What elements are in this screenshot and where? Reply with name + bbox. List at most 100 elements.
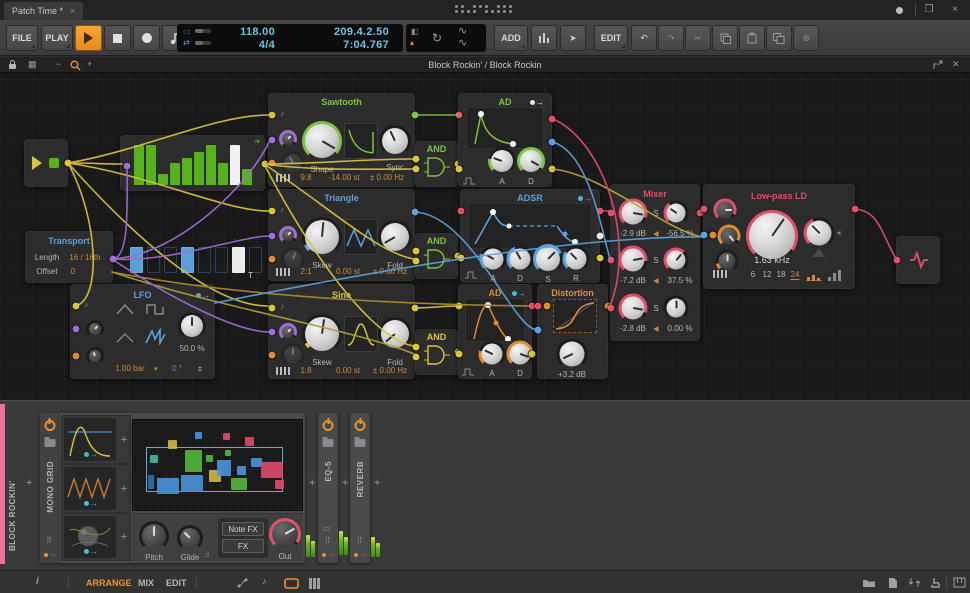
tab-close-icon[interactable]: × [70, 6, 75, 16]
module-and2[interactable]: AND [415, 233, 458, 279]
notification-dot-icon[interactable] [896, 7, 903, 14]
mix-tab[interactable]: MIX [138, 578, 154, 588]
module-sine[interactable]: Sine ♪ Skew Fold 1:8 0.00 st ± 0.00 Hz [268, 284, 415, 379]
mono-grid-power-button[interactable] [44, 420, 55, 431]
redo-icon[interactable]: ↷ [658, 25, 684, 51]
mixer-ch1-speaker-icon[interactable] [654, 231, 659, 237]
adsr-inv-out-port[interactable] [597, 233, 604, 240]
lfo-phase-port[interactable] [73, 326, 80, 333]
mixer-ch2-pan-knob[interactable] [664, 248, 689, 273]
sine-skew-mod-port[interactable] [269, 329, 276, 336]
eq5-display-icon[interactable]: ▭ [323, 524, 331, 533]
module-trigger[interactable] [24, 139, 68, 187]
mono-grid-remote-icon[interactable]: ⠿ [46, 536, 53, 545]
mono-grid-name[interactable]: MONO GRID [46, 461, 55, 513]
module-lfo[interactable]: LFO → ♪ 50.0 % 1.00 bar ▾ 0 ° ± [70, 284, 215, 379]
offset-value[interactable]: 0 [71, 267, 75, 276]
arrange-tab[interactable]: ARRANGE [86, 578, 132, 588]
adsr-s-knob[interactable] [533, 244, 563, 274]
sawtooth-pitch-value[interactable]: -14.00 st [328, 173, 359, 182]
sine-pitch-port[interactable] [269, 305, 276, 312]
modulator-slot-2[interactable]: → + [61, 464, 131, 513]
automation-follow-icon[interactable] [236, 577, 249, 589]
lowpass-slope-24[interactable]: 24 [791, 270, 800, 280]
module-adsr[interactable]: ADSR → A D S R [460, 189, 600, 283]
module-ad2[interactable]: AD → A D [458, 284, 532, 379]
triangle-phase-port[interactable] [269, 256, 276, 263]
project-tab[interactable]: Patch Time * × [4, 2, 83, 20]
mixer-ch3-solo[interactable]: S [653, 304, 658, 313]
module-pitch-steps[interactable]: ❧ [120, 135, 265, 191]
lowpass-cutoff-mod2-port[interactable] [710, 232, 717, 239]
triangle-fine-value[interactable]: ± 0.00 Hz [373, 267, 407, 276]
mixer-ch2-pan-value[interactable]: 37.5 % [668, 276, 693, 285]
lfo-shape-port[interactable] [73, 353, 80, 360]
lowpass-keytrack-icon[interactable] [713, 270, 727, 278]
mod3-add-button[interactable]: + [121, 531, 127, 543]
note-fx-button[interactable]: Note FX [222, 522, 264, 536]
triangle-out-port[interactable] [412, 209, 419, 216]
lfo-loop-icon[interactable]: → [196, 291, 210, 300]
mixer-ch3-speaker-icon[interactable] [654, 326, 659, 332]
eq5-remote-icon[interactable]: ⠿ [325, 536, 332, 545]
lfo-phase-knob[interactable] [86, 320, 104, 338]
mixer-ch2-speaker-icon[interactable] [654, 278, 659, 284]
length-value[interactable]: 16 / 16th [69, 253, 100, 262]
pop-out-icon[interactable] [933, 60, 943, 70]
triangle-skew-knob[interactable] [302, 217, 342, 257]
insert-arrow-icon[interactable]: ➤ [560, 25, 586, 51]
mod1-add-button[interactable]: + [121, 434, 127, 446]
ad1-in-port[interactable] [456, 112, 463, 119]
lowpass-slope-18[interactable]: 18 [777, 270, 786, 279]
mixer-ch1-solo[interactable]: S [653, 209, 658, 218]
sine-mod-knob[interactable] [279, 323, 297, 341]
sine-out-port[interactable] [412, 305, 419, 312]
mixer-ch3-vol-value[interactable]: -2.8 dB [620, 324, 646, 333]
modulator-slot-3[interactable]: → + [61, 513, 131, 561]
reverb-preset-icon[interactable] [355, 439, 366, 447]
adsr-a-knob[interactable] [480, 246, 507, 273]
pitch-knob[interactable] [139, 521, 169, 551]
triangle-skew-mod-port[interactable] [269, 233, 276, 240]
lowpass-out-port[interactable] [852, 206, 859, 213]
sawtooth-pitch-port[interactable] [269, 112, 276, 119]
lfo-amount-value[interactable]: 50.0 % [180, 344, 205, 353]
module-mixer[interactable]: Mixer S -2.9 dB -56.5 % S -7.2 dB 37.5 %… [610, 184, 700, 341]
sine-phase-port[interactable] [269, 352, 276, 359]
lowpass-slope-6[interactable]: 6 [751, 270, 755, 279]
distortion-drive-mod-port[interactable] [535, 327, 542, 334]
ad1-gate-port[interactable] [456, 166, 463, 173]
inspector-panel-icon[interactable] [888, 577, 898, 589]
and3-in2-port[interactable] [413, 354, 420, 361]
lfo-amount-knob[interactable] [178, 312, 206, 340]
mixer-ch1-pan-value[interactable]: -56.5 % [666, 229, 694, 238]
ad1-inv-out-port[interactable] [549, 139, 556, 146]
glide-legato-icon[interactable]: ♫ [204, 550, 210, 559]
sine-keytrack-icon[interactable] [276, 367, 290, 375]
triangle-pitch-port[interactable] [269, 208, 276, 215]
mixer-ch3-pan-knob[interactable] [664, 296, 689, 321]
module-distortion[interactable]: Distortion +3.2 dB [537, 284, 608, 379]
step-bars[interactable] [120, 135, 265, 191]
grid-minimap[interactable] [132, 419, 303, 511]
mixer-ch1-vol-value[interactable]: -2.9 dB [620, 229, 646, 238]
transport-cells[interactable] [130, 247, 270, 273]
triangle-pitch-value[interactable]: 0.00 st [336, 267, 360, 276]
swing-curve2-icon[interactable]: ∿ [458, 36, 467, 49]
adsr-d-knob[interactable] [507, 246, 534, 273]
module-transport[interactable]: Transport Length 16 / 16th Offset 0 [25, 231, 113, 283]
eq5-preset-icon[interactable] [323, 439, 334, 447]
mixer-panel-toggle-icon[interactable] [308, 578, 321, 589]
lfo-wave-triangle-icon[interactable] [114, 330, 136, 344]
position-value[interactable]: 209.4.2.50 [289, 26, 389, 38]
adsr-in-port[interactable] [458, 208, 465, 215]
play-menu-button[interactable]: PLAY [41, 25, 73, 51]
sawtooth-keytrack-icon[interactable] [276, 174, 290, 182]
sawtooth-shape-mod-port[interactable] [269, 137, 276, 144]
transport-out-port[interactable] [110, 256, 117, 263]
mixer-ch2-solo[interactable]: S [653, 256, 658, 265]
sawtooth-out-port[interactable] [412, 112, 419, 119]
mixer-ch2-vol-knob[interactable] [619, 246, 648, 275]
add-device-after-grid-button[interactable]: + [309, 477, 315, 489]
lfo-phase-value[interactable]: 0 ° [172, 364, 182, 373]
